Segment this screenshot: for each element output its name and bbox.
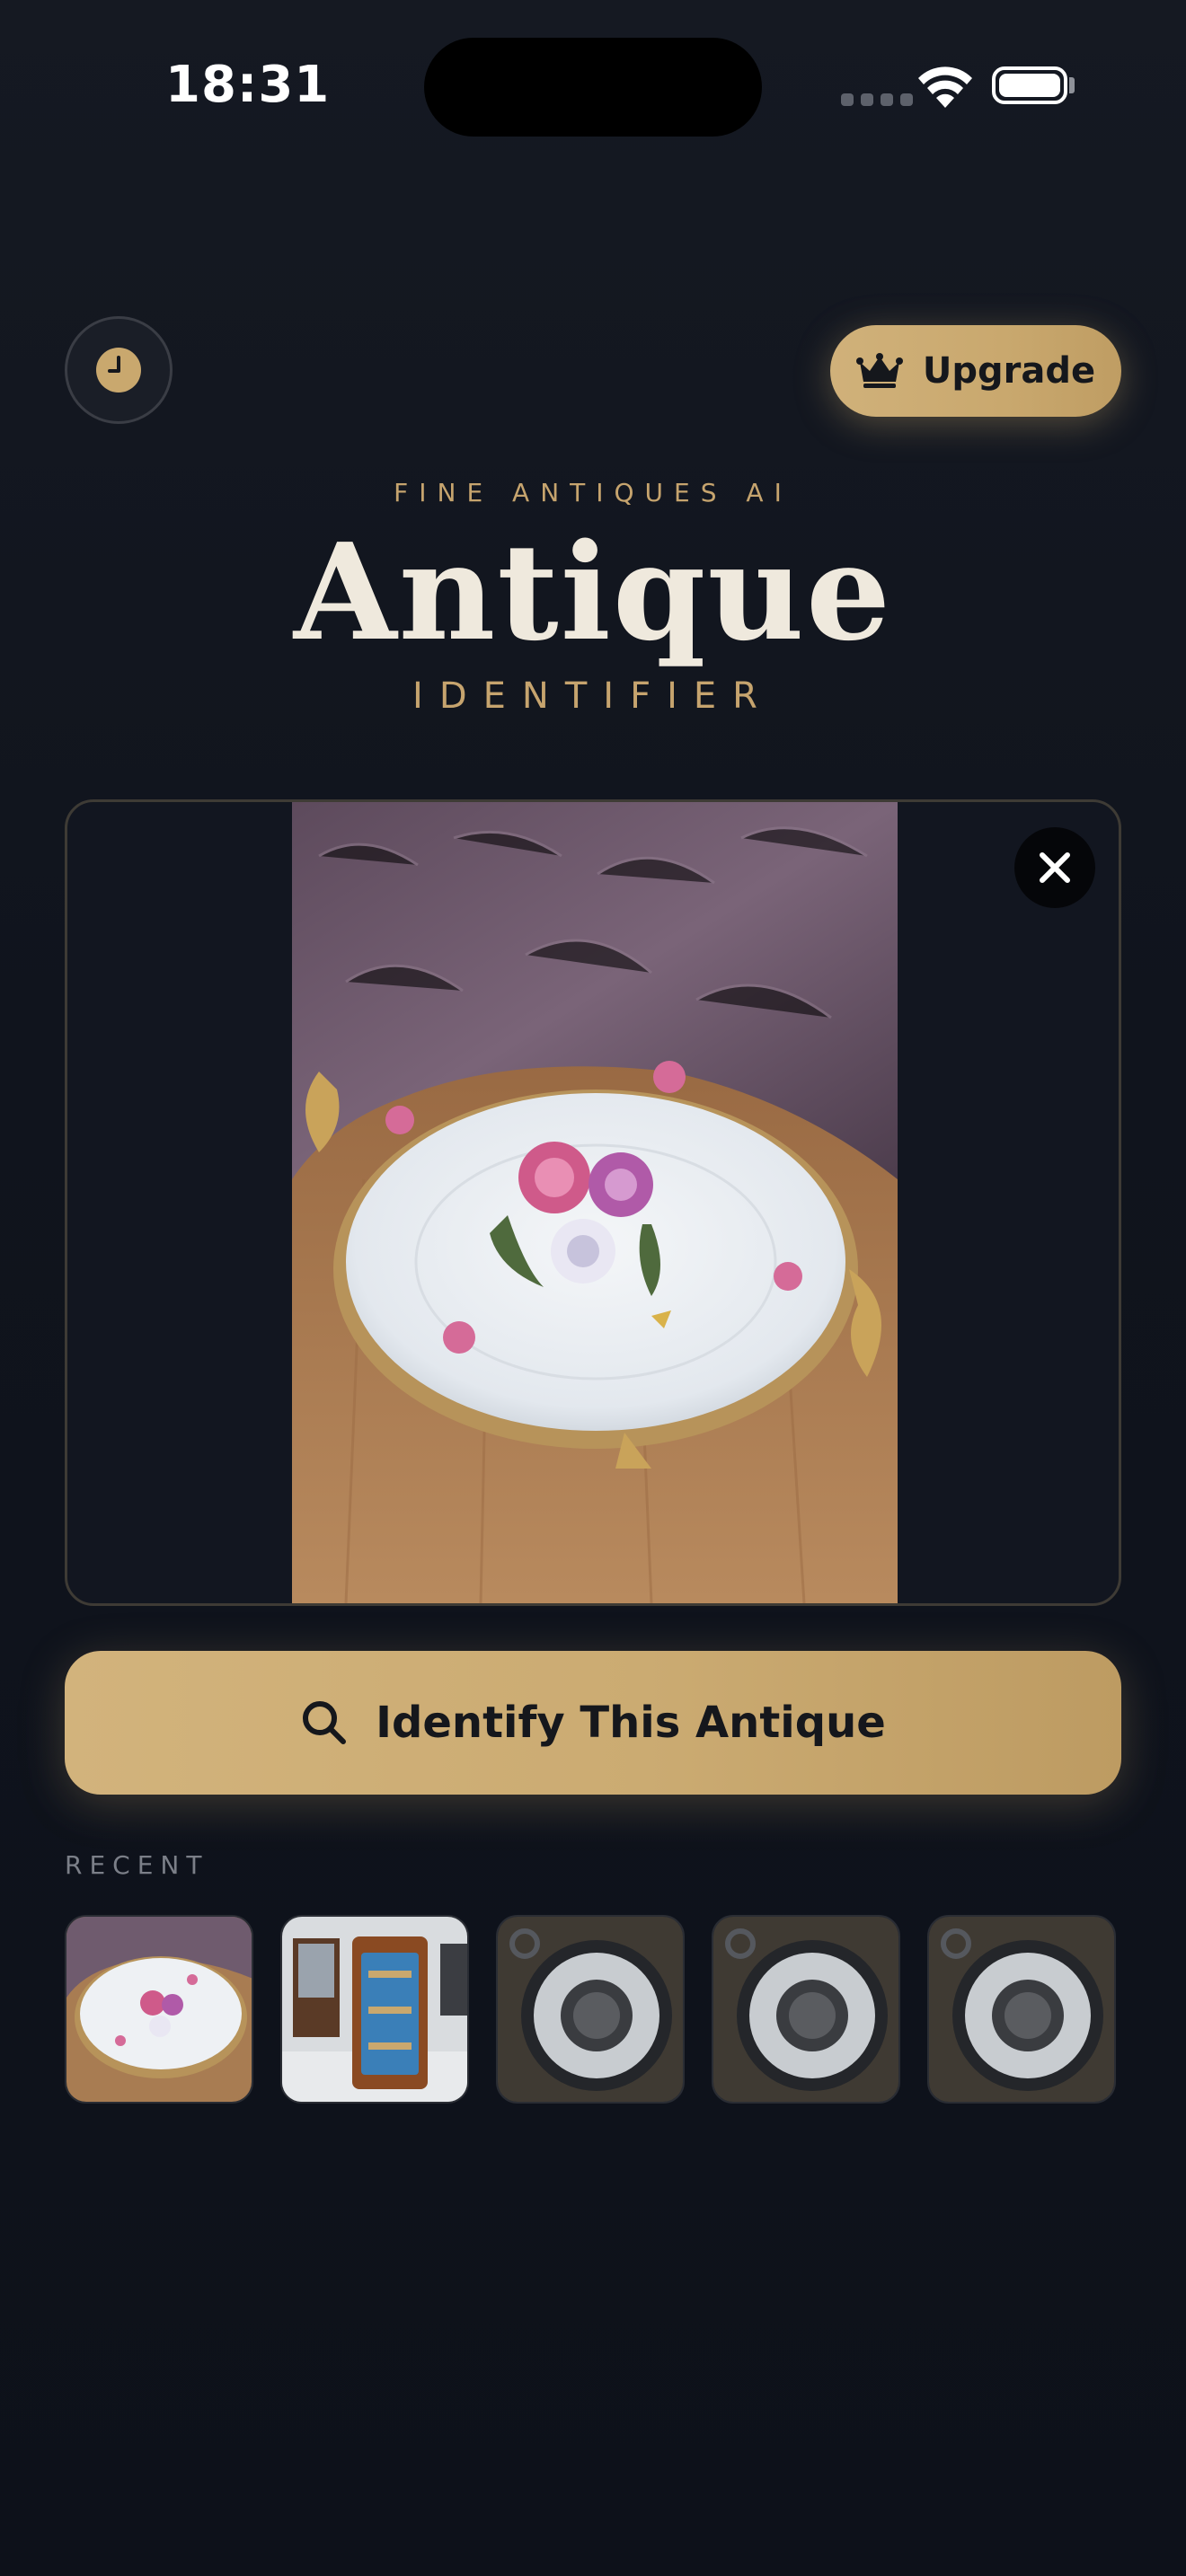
battery-icon xyxy=(992,66,1067,104)
clock-icon xyxy=(96,348,141,393)
brand-tagline: FINE ANTIQUES AI xyxy=(394,478,792,507)
page-subtitle: IDENTIFIER xyxy=(412,675,774,717)
display-cabinet-thumbnail xyxy=(282,1917,467,2102)
app-screen: 18:31 Upgrade FINE ANTIQUES AI Antique I… xyxy=(0,0,1186,2576)
status-time: 18:31 xyxy=(165,56,331,114)
recent-item[interactable] xyxy=(496,1915,685,2104)
recent-item[interactable] xyxy=(65,1915,253,2104)
dynamic-island xyxy=(424,38,762,137)
pocket-watch-thumbnail xyxy=(713,1917,898,2102)
recent-thumbnails xyxy=(65,1915,1116,2104)
recent-item[interactable] xyxy=(927,1915,1116,2104)
history-button[interactable] xyxy=(65,316,173,424)
upgrade-label: Upgrade xyxy=(922,350,1096,392)
crown-icon xyxy=(855,353,903,388)
page-title: Antique xyxy=(293,514,893,670)
recent-item[interactable] xyxy=(280,1915,469,2104)
pocket-watch-thumbnail xyxy=(929,1917,1114,2102)
battery-cap xyxy=(1069,77,1075,93)
cellular-signal-icon xyxy=(841,93,913,106)
upgrade-button[interactable]: Upgrade xyxy=(830,325,1121,417)
close-button[interactable] xyxy=(1014,827,1095,908)
search-icon xyxy=(303,1701,347,1744)
porcelain-plate-thumbnail xyxy=(66,1917,252,2102)
identify-button[interactable]: Identify This Antique xyxy=(65,1651,1121,1795)
identify-button-label: Identify This Antique xyxy=(376,1698,886,1748)
recent-item[interactable] xyxy=(712,1915,900,2104)
pocket-watch-thumbnail xyxy=(498,1917,683,2102)
recent-section-label: RECENT xyxy=(65,1850,209,1880)
image-preview-card xyxy=(65,799,1121,1606)
porcelain-plate-photo xyxy=(292,802,898,1603)
wifi-icon xyxy=(918,66,972,108)
close-icon xyxy=(1040,852,1070,883)
